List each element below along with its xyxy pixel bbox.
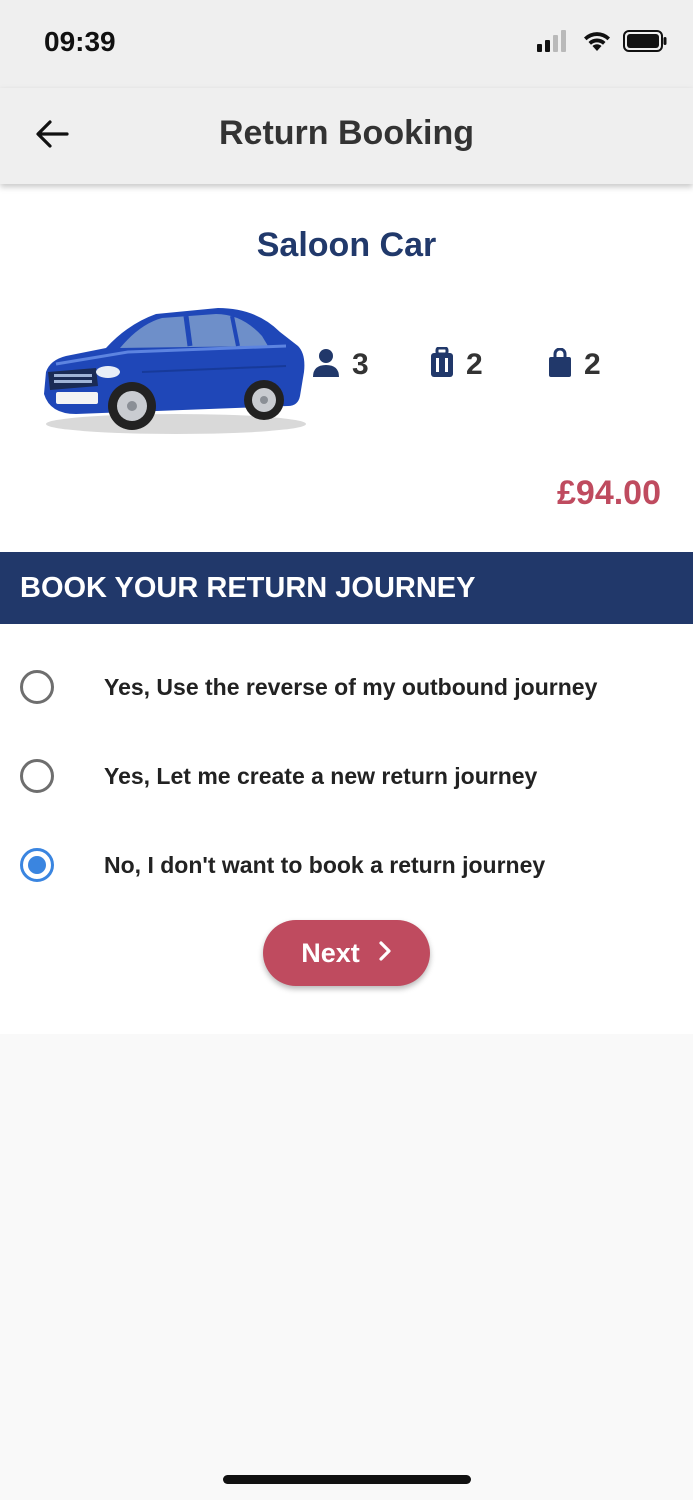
next-label: Next bbox=[301, 937, 360, 968]
bag-icon bbox=[548, 347, 572, 383]
vehicle-name: Saloon Car bbox=[256, 226, 437, 264]
battery-icon bbox=[623, 29, 667, 57]
vehicle-card: Saloon Car 3 2 2 £94.00 bbox=[0, 184, 693, 552]
page-title: Return Booking bbox=[219, 114, 474, 152]
luggage-count: 2 bbox=[466, 348, 483, 381]
wifi-icon bbox=[583, 30, 611, 57]
person-icon bbox=[312, 348, 340, 383]
section-banner: BOOK YOUR RETURN JOURNEY bbox=[0, 552, 693, 624]
option-no-return[interactable]: No, I don't want to book a return journe… bbox=[0, 832, 693, 898]
passenger-count: 3 bbox=[352, 348, 369, 381]
option-label: Yes, Let me create a new return journey bbox=[104, 763, 538, 789]
option-reverse-journey[interactable]: Yes, Use the reverse of my outbound jour… bbox=[0, 654, 693, 720]
hand-luggage-count: 2 bbox=[584, 348, 601, 381]
status-time: 09:39 bbox=[44, 26, 116, 57]
chevron-right-icon bbox=[378, 940, 392, 967]
app-header: Return Booking bbox=[0, 88, 693, 184]
price: £94.00 bbox=[557, 474, 661, 512]
passenger-capacity: 3 bbox=[312, 346, 369, 384]
hand-luggage-capacity: 2 bbox=[548, 346, 601, 384]
radio-button[interactable] bbox=[20, 759, 54, 793]
suitcase-icon bbox=[430, 346, 454, 384]
home-indicator bbox=[223, 1475, 471, 1484]
car-image bbox=[36, 302, 312, 438]
luggage-capacity: 2 bbox=[430, 346, 483, 384]
option-new-journey[interactable]: Yes, Let me create a new return journey bbox=[0, 743, 693, 809]
status-icons bbox=[537, 29, 667, 57]
section-title: BOOK YOUR RETURN JOURNEY bbox=[20, 572, 476, 604]
cellular-signal-icon bbox=[537, 29, 571, 57]
option-label: No, I don't want to book a return journe… bbox=[104, 852, 546, 878]
option-label: Yes, Use the reverse of my outbound jour… bbox=[104, 674, 598, 700]
radio-button[interactable] bbox=[20, 670, 54, 704]
radio-button-selected[interactable] bbox=[20, 848, 54, 882]
status-bar: 09:39 bbox=[0, 0, 693, 88]
next-button[interactable]: Next bbox=[263, 920, 430, 986]
return-options: Yes, Use the reverse of my outbound jour… bbox=[0, 624, 693, 1034]
